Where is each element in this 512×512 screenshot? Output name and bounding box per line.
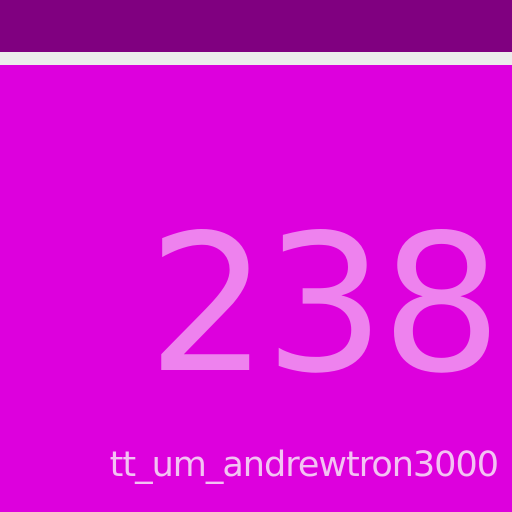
username-label: tt_um_andrewtron3000	[109, 445, 499, 485]
count-value: 238	[147, 194, 502, 415]
divider	[0, 52, 512, 65]
top-bar	[0, 0, 512, 52]
